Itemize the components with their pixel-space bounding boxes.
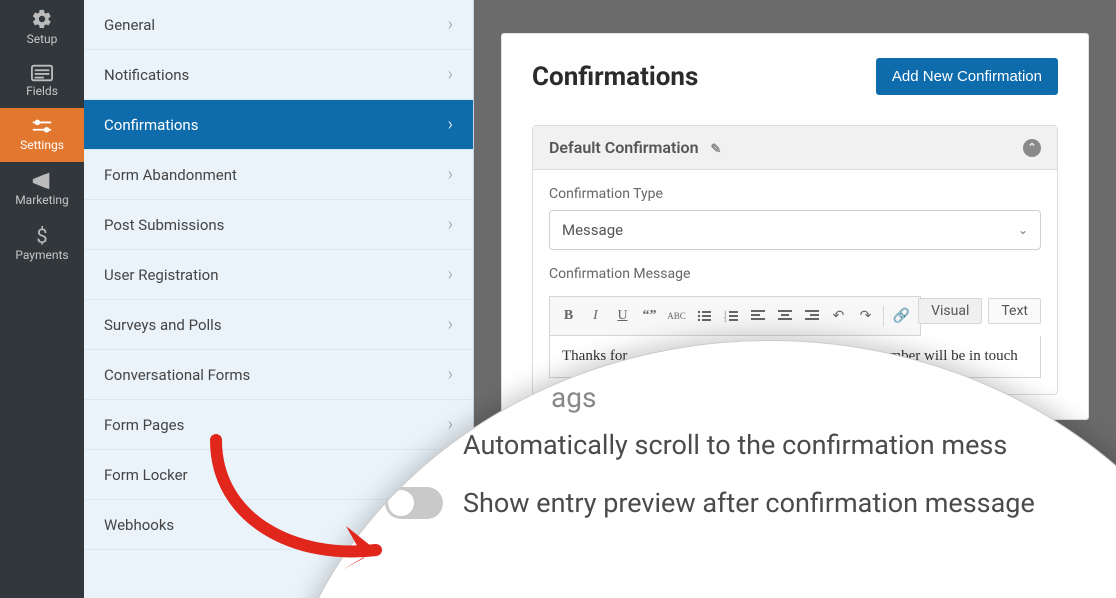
chevron-right-icon: › (448, 14, 453, 35)
align-left-button[interactable] (745, 302, 770, 330)
editor-toolbar: B I U “” ABC 123 ↶ ↷ 🔗 (549, 296, 921, 336)
subnav-label: Form Locker (104, 466, 188, 484)
entry-preview-toggle[interactable] (385, 487, 443, 519)
confirmation-message-label: Confirmation Message (549, 266, 1041, 282)
page-title-row: Confirmations Add New Confirmation (532, 58, 1058, 95)
abc-button[interactable]: ABC (664, 302, 689, 330)
subnav-label: Form Pages (104, 416, 184, 434)
confirmation-type-label: Confirmation Type (549, 186, 1041, 202)
nav-fields[interactable]: Fields (0, 54, 84, 108)
zoom-fragment-text: ags (551, 381, 596, 414)
subnav-confirmations[interactable]: Confirmations › (84, 100, 473, 150)
option-auto-scroll: Automatically scroll to the confirmation… (385, 429, 1035, 461)
tab-visual[interactable]: Visual (918, 298, 982, 324)
collapse-icon[interactable]: ⌃ (1023, 139, 1041, 157)
align-center-button[interactable] (772, 302, 797, 330)
subnav-label: Webhooks (104, 516, 174, 534)
nav-settings[interactable]: Settings (0, 108, 84, 162)
nav-payments[interactable]: $ Payments (0, 216, 84, 270)
bullet-list-button[interactable] (691, 302, 716, 330)
chevron-right-icon: › (448, 214, 453, 235)
chevron-right-icon: › (448, 114, 453, 135)
quote-button[interactable]: “” (637, 302, 662, 330)
dollar-icon: $ (36, 224, 47, 248)
subnav-label: Notifications (104, 66, 189, 84)
subnav-conversational-forms[interactable]: Conversational Forms › (84, 350, 473, 400)
redo-button[interactable]: ↷ (853, 302, 878, 330)
option-label: Automatically scroll to the confirmation… (463, 429, 1007, 461)
chevron-right-icon: › (448, 164, 453, 185)
option-entry-preview: Show entry preview after confirmation me… (385, 487, 1035, 519)
subnav-label: Form Abandonment (104, 166, 237, 184)
option-label: Show entry preview after confirmation me… (463, 487, 1035, 519)
nav-label: Setup (27, 32, 58, 46)
subnav-label: General (104, 16, 155, 34)
chevron-down-icon: ⌄ (1018, 223, 1028, 237)
subnav-label: Surveys and Polls (104, 316, 222, 334)
subnav-post-submissions[interactable]: Post Submissions › (84, 200, 473, 250)
chevron-right-icon: › (448, 64, 453, 85)
toggle-knob (388, 490, 414, 516)
align-right-button[interactable] (799, 302, 824, 330)
subnav-label: Conversational Forms (104, 366, 250, 384)
subnav-label: Confirmations (104, 116, 198, 134)
panel-title: Default Confirmation (549, 138, 699, 157)
bullhorn-icon (31, 171, 53, 191)
sliders-icon (31, 118, 53, 136)
subnav-surveys-polls[interactable]: Surveys and Polls › (84, 300, 473, 350)
nav-setup[interactable]: Setup (0, 0, 84, 54)
subnav-label: User Registration (104, 266, 219, 284)
subnav-label: Post Submissions (104, 216, 224, 234)
svg-text:3: 3 (724, 319, 727, 322)
underline-button[interactable]: U (610, 302, 635, 330)
add-new-confirmation-button[interactable]: Add New Confirmation (876, 58, 1058, 95)
subnav-form-abandonment[interactable]: Form Abandonment › (84, 150, 473, 200)
chevron-right-icon: › (448, 314, 453, 335)
subnav-general[interactable]: General › (84, 0, 473, 50)
bold-button[interactable]: B (556, 302, 581, 330)
number-list-button[interactable]: 123 (718, 302, 743, 330)
subnav-notifications[interactable]: Notifications › (84, 50, 473, 100)
gear-icon (31, 8, 53, 30)
page-title: Confirmations (532, 62, 698, 92)
list-icon (31, 64, 53, 82)
chevron-right-icon: › (448, 264, 453, 285)
nav-label: Fields (26, 84, 58, 98)
italic-button[interactable]: I (583, 302, 608, 330)
confirmation-type-select[interactable]: Message ⌄ (549, 210, 1041, 250)
chevron-right-icon: › (448, 364, 453, 385)
nav-marketing[interactable]: Marketing (0, 162, 84, 216)
nav-label: Settings (20, 138, 64, 152)
subnav-user-registration[interactable]: User Registration › (84, 250, 473, 300)
link-button[interactable]: 🔗 (889, 302, 914, 330)
select-value: Message (562, 221, 623, 239)
panel-header[interactable]: Default Confirmation ✎ ⌃ (533, 126, 1057, 170)
tab-text[interactable]: Text (988, 298, 1041, 324)
nav-label: Marketing (15, 193, 69, 207)
undo-button[interactable]: ↶ (826, 302, 851, 330)
nav-label: Payments (15, 248, 68, 262)
separator (883, 306, 884, 326)
pencil-icon[interactable]: ✎ (711, 142, 722, 157)
